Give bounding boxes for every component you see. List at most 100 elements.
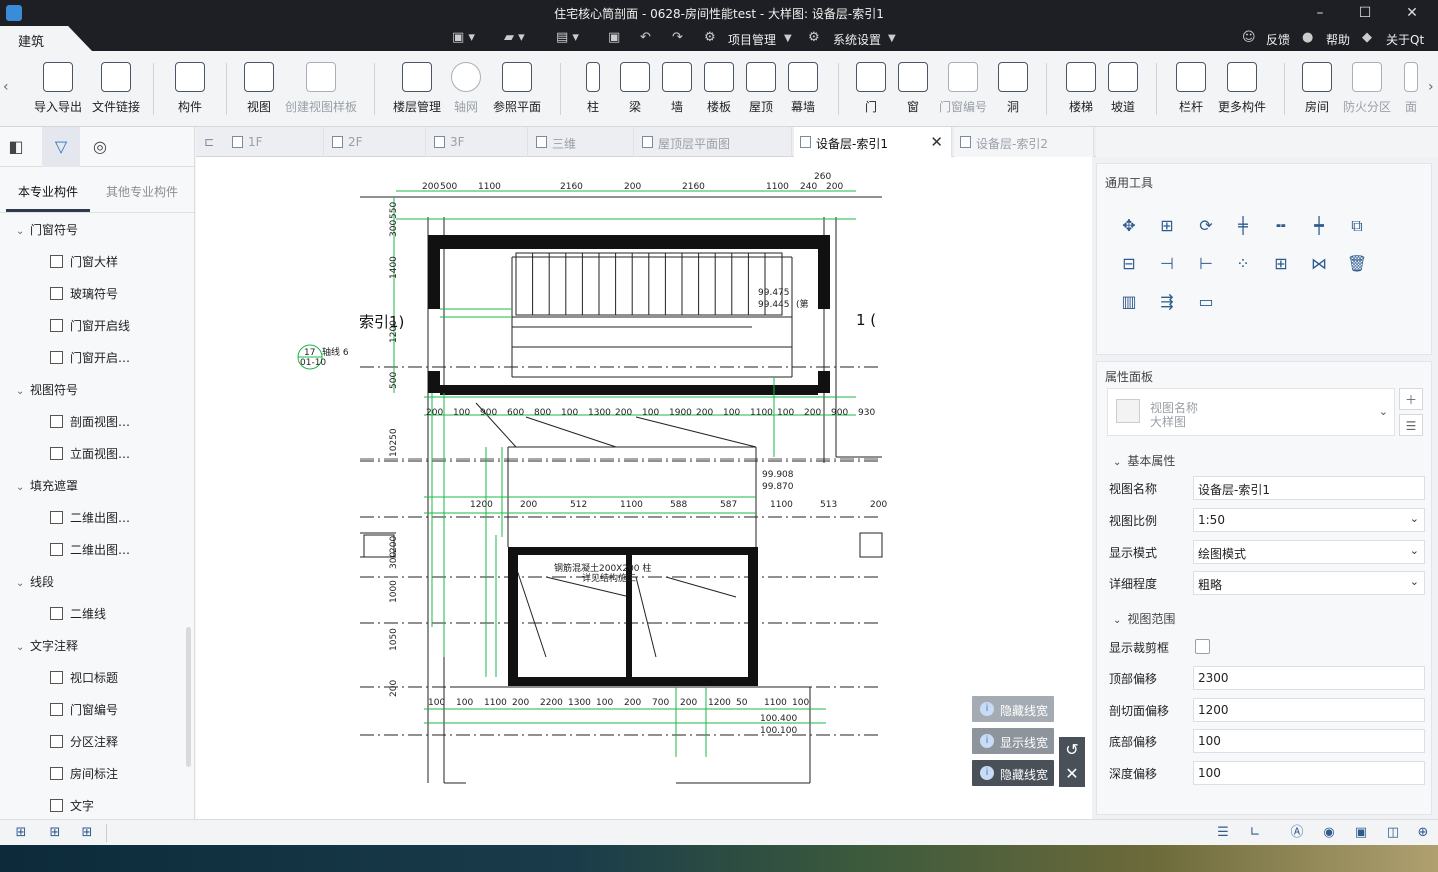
basic-props-header[interactable]: ⌄ 基本属性 <box>1113 452 1175 469</box>
view-button[interactable]: 视图 <box>238 62 280 122</box>
feedback-link[interactable]: 反馈 <box>1266 31 1290 48</box>
top-offset-field[interactable]: 2300 <box>1193 666 1425 690</box>
clipboard-icon[interactable]: ▤ ▾ <box>556 30 579 48</box>
trim-icon[interactable]: ┿ <box>1307 214 1331 238</box>
ramp-button[interactable]: 坡道 <box>1106 62 1140 122</box>
help-link[interactable]: 帮助 <box>1326 31 1350 48</box>
bottom-offset-field[interactable]: 100 <box>1193 729 1425 753</box>
stair-button[interactable]: 楼梯 <box>1062 62 1100 122</box>
cut-offset-field[interactable]: 1200 <box>1193 698 1425 722</box>
ref-plane-button[interactable]: 参照平面 <box>490 62 544 122</box>
ruler-icon[interactable]: ▭ <box>1194 290 1218 314</box>
offset-icon[interactable]: ⧉ <box>1345 214 1369 238</box>
close-window-button[interactable]: ✕ <box>1392 2 1432 24</box>
column-button[interactable]: 柱 <box>576 62 610 122</box>
rotate-icon[interactable]: ⟳ <box>1194 214 1218 238</box>
tab-1f[interactable]: 1F <box>226 127 324 157</box>
tab-list-icon[interactable]: ⊏ <box>204 135 214 149</box>
window-view-icon[interactable]: ▣ <box>1352 824 1370 842</box>
chevron-down-icon[interactable]: ▼ <box>888 33 896 51</box>
floor-mgmt-button[interactable]: 楼层管理 <box>390 62 444 122</box>
align-left-icon[interactable]: ⊟ <box>1117 252 1141 276</box>
tree-item[interactable]: 二维出图… <box>50 541 130 561</box>
create-view-template-button[interactable]: 创建视图样板 <box>284 62 358 122</box>
project-mgmt-icon[interactable]: ⚙ <box>704 30 716 48</box>
tab-3d[interactable]: 三维 <box>530 127 634 157</box>
layout-grid3-icon[interactable]: ⊞ <box>78 824 96 842</box>
import-export-button[interactable]: 导入导出 <box>32 62 84 122</box>
array-icon[interactable]: ⁘ <box>1231 252 1255 276</box>
more-components-button[interactable]: 更多构件 <box>1214 62 1270 122</box>
feedback-icon[interactable]: ☺ <box>1242 30 1256 48</box>
display-mode-select[interactable]: 绘图模式 ⌄ <box>1193 540 1425 564</box>
chevron-down-icon[interactable]: ▼ <box>784 33 792 51</box>
slab-button[interactable]: 楼板 <box>702 62 736 122</box>
tab-other-discipline[interactable]: 其他专业构件 <box>106 183 178 200</box>
list-icon[interactable]: ☰ <box>1214 824 1232 842</box>
light-icon[interactable]: ◉ <box>1320 824 1338 842</box>
tab-architecture[interactable]: 建筑 <box>0 26 92 51</box>
face-button[interactable]: 面 <box>1398 62 1424 122</box>
axis-toggle-icon[interactable]: Ⓐ <box>1288 824 1306 842</box>
depth-offset-field[interactable]: 100 <box>1193 761 1425 785</box>
layout-grid2-icon[interactable]: ⊞ <box>46 824 64 842</box>
ribbon-scroll-right-icon[interactable]: › <box>1428 79 1434 95</box>
roof-button[interactable]: 屋顶 <box>744 62 778 122</box>
tree-item[interactable]: 房间标注 <box>50 765 118 785</box>
align-icon[interactable]: ╪ <box>1231 214 1255 238</box>
close-overlay-icon[interactable]: ✕ <box>1059 761 1085 787</box>
hide-lineweight-button[interactable]: i 隐藏线宽 <box>972 696 1054 722</box>
tree-item[interactable]: 立面视图… <box>50 445 130 465</box>
curtain-wall-button[interactable]: 幕墙 <box>786 62 820 122</box>
show-lineweight-button[interactable]: i 显示线宽 <box>972 728 1054 754</box>
edit-type-icon[interactable]: ☰ <box>1399 414 1423 436</box>
layout-grid-icon[interactable]: ⊞ <box>12 824 30 842</box>
railing-button[interactable]: 栏杆 <box>1172 62 1210 122</box>
type-selector[interactable]: 视图名称 大样图 ⌄ <box>1107 388 1395 436</box>
reset-view-icon[interactable]: ↺ <box>1059 737 1085 763</box>
tab-own-discipline[interactable]: 本专业构件 <box>18 183 78 200</box>
tab-2f[interactable]: 2F <box>326 127 426 157</box>
redo-icon[interactable]: ↷ <box>672 30 683 48</box>
copy-icon[interactable]: ⊞ <box>1155 214 1179 238</box>
beam-button[interactable]: 梁 <box>618 62 652 122</box>
show-crop-checkbox[interactable] <box>1195 639 1210 654</box>
tree-item[interactable]: 门窗开启… <box>50 349 130 369</box>
tab-roof-plan[interactable]: 屋顶层平面图 <box>636 127 792 157</box>
window-button[interactable]: 窗 <box>896 62 930 122</box>
tree-group-fill-mask[interactable]: ⌄ 填充遮罩 <box>16 477 78 497</box>
location-icon[interactable]: ◎ <box>86 133 114 161</box>
room-button[interactable]: 房间 <box>1298 62 1336 122</box>
extend2-icon[interactable]: ⊢ <box>1194 252 1218 276</box>
corner-icon[interactable]: ∟ <box>1246 824 1264 842</box>
about-link[interactable]: 关于Qt <box>1386 31 1424 48</box>
open-folder-icon[interactable]: ▰ ▾ <box>504 30 525 48</box>
hide-lineweight-button-2[interactable]: i 隐藏线宽 <box>972 760 1054 786</box>
tree-scrollbar[interactable] <box>186 627 191 767</box>
project-mgmt-menu[interactable]: 项目管理 <box>728 31 776 48</box>
detail-level-select[interactable]: 粗略 ⌄ <box>1193 571 1425 595</box>
tree-item[interactable]: 文字 <box>50 797 94 817</box>
array-grid-icon[interactable]: ⊞ <box>1269 252 1293 276</box>
tree-item[interactable]: 二维线 <box>50 605 106 625</box>
tab-equipment-index-2[interactable]: 设备层-索引2 <box>954 127 1094 157</box>
cube-icon[interactable]: ◫ <box>1384 824 1402 842</box>
wall-button[interactable]: 墙 <box>660 62 694 122</box>
tree-item[interactable]: 玻璃符号 <box>50 285 118 305</box>
minimize-button[interactable]: – <box>1300 2 1340 24</box>
add-type-icon[interactable]: ＋ <box>1399 388 1423 410</box>
save-icon[interactable]: ▣ <box>608 30 620 48</box>
zoom-fit-icon[interactable]: ⊕ <box>1414 824 1432 842</box>
file-link-button[interactable]: 文件链接 <box>90 62 142 122</box>
split-icon[interactable]: ╍ <box>1269 214 1293 238</box>
view-scale-select[interactable]: 1:50 ⌄ <box>1193 508 1425 532</box>
tree-group-door-window[interactable]: ⌄ 门窗符号 <box>16 221 78 241</box>
save-as-icon[interactable]: ▣ ▾ <box>452 30 475 48</box>
about-icon[interactable]: ◆ <box>1362 30 1372 48</box>
grid-axis-button[interactable]: 轴网 <box>448 62 484 122</box>
panel-layout-icon[interactable]: ◧ <box>2 133 30 161</box>
mirror-icon[interactable]: ⋈ <box>1307 252 1331 276</box>
tree-item[interactable]: 视口标题 <box>50 669 118 689</box>
view-range-header[interactable]: ⌄ 视图范围 <box>1113 610 1175 627</box>
maximize-button[interactable]: ☐ <box>1345 2 1385 24</box>
